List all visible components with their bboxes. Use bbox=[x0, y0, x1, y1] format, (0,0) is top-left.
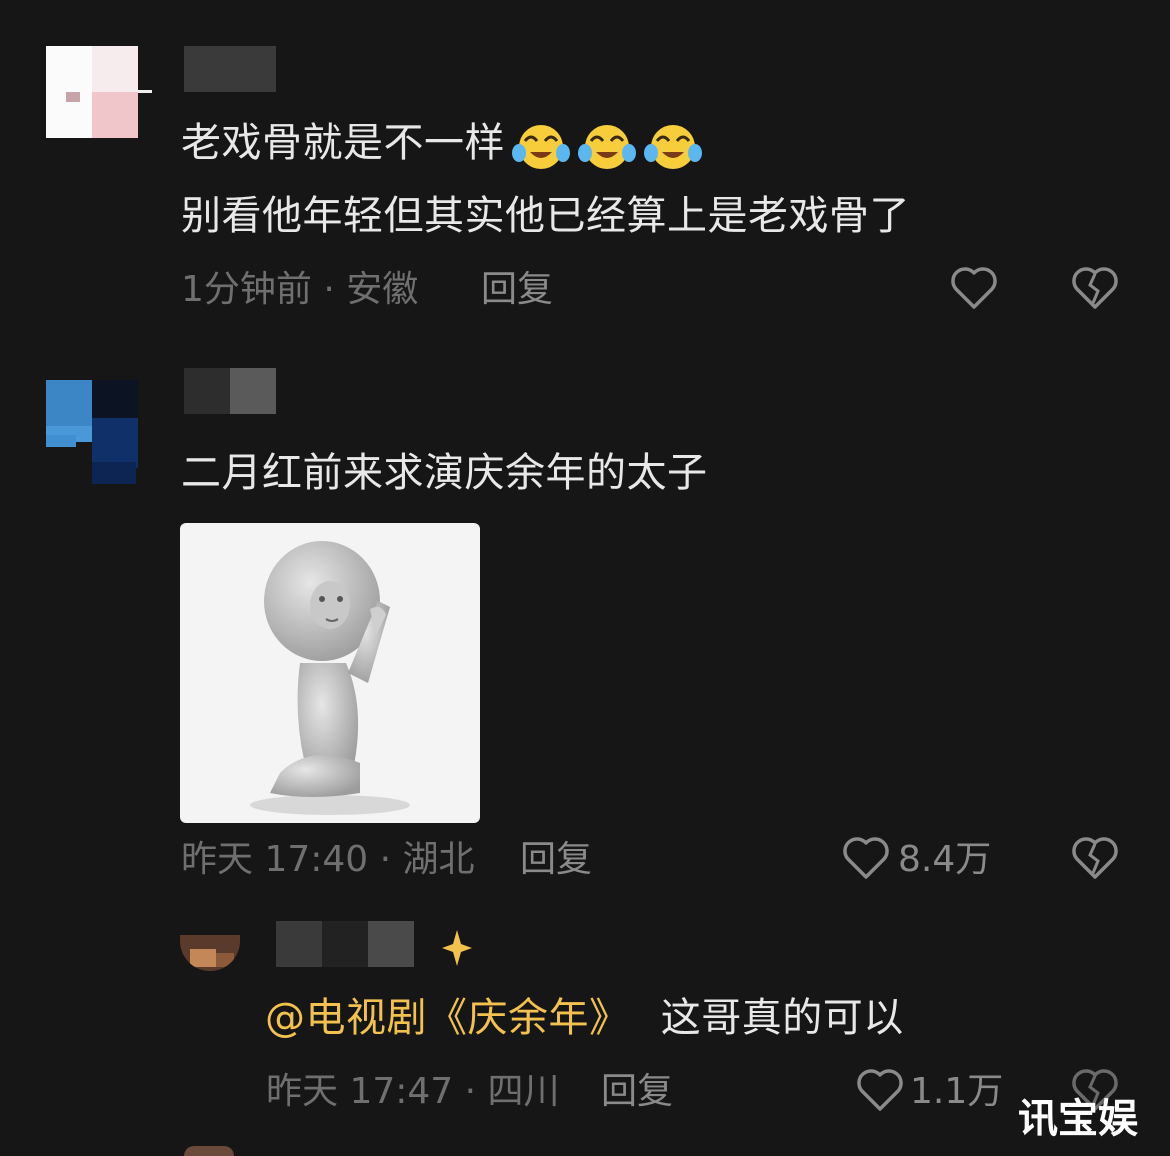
broken-heart-icon[interactable] bbox=[1071, 835, 1119, 881]
comment-meta: 1分钟前 · 安徽 bbox=[181, 269, 419, 310]
avatar[interactable] bbox=[180, 935, 240, 971]
avatar[interactable] bbox=[46, 46, 156, 138]
reply-button[interactable]: 回复 bbox=[481, 270, 553, 310]
crying-laughing-emoji bbox=[578, 125, 636, 169]
avatar[interactable] bbox=[184, 1146, 234, 1156]
heart-icon[interactable] bbox=[856, 1067, 904, 1113]
kneeling-praying-figure-sticker[interactable] bbox=[180, 523, 480, 823]
comment-meta: 昨天 17:47 · 四川 bbox=[266, 1071, 560, 1112]
avatar[interactable] bbox=[46, 380, 146, 486]
like-count: 8.4万 bbox=[898, 839, 992, 880]
heart-icon[interactable] bbox=[950, 265, 998, 311]
broken-heart-icon[interactable] bbox=[1071, 265, 1119, 311]
mention-link[interactable]: @电视剧《庆余年》 bbox=[265, 995, 630, 1041]
comment-text-line2: 别看他年轻但其实他已经算上是老戏骨了 bbox=[181, 193, 910, 239]
crying-laughing-emoji bbox=[644, 125, 702, 169]
like-count: 1.1万 bbox=[910, 1071, 1004, 1112]
sparkle-icon bbox=[442, 930, 472, 966]
username-redacted[interactable] bbox=[276, 921, 416, 967]
reply-button[interactable]: 回复 bbox=[520, 840, 592, 880]
comment-text: 二月红前来求演庆余年的太子 bbox=[181, 450, 708, 496]
heart-icon[interactable] bbox=[842, 835, 890, 881]
comment-meta: 昨天 17:40 · 湖北 bbox=[181, 839, 475, 880]
watermark: 讯宝娱 bbox=[1018, 1096, 1138, 1142]
comment-text: @电视剧《庆余年》 这哥真的可以 bbox=[265, 995, 904, 1041]
crying-laughing-emoji bbox=[512, 125, 570, 169]
username-redacted[interactable] bbox=[184, 368, 276, 414]
reply-button[interactable]: 回复 bbox=[601, 1072, 673, 1112]
username-redacted[interactable] bbox=[184, 46, 276, 92]
comment-text: 老戏骨就是不一样 bbox=[181, 117, 703, 171]
